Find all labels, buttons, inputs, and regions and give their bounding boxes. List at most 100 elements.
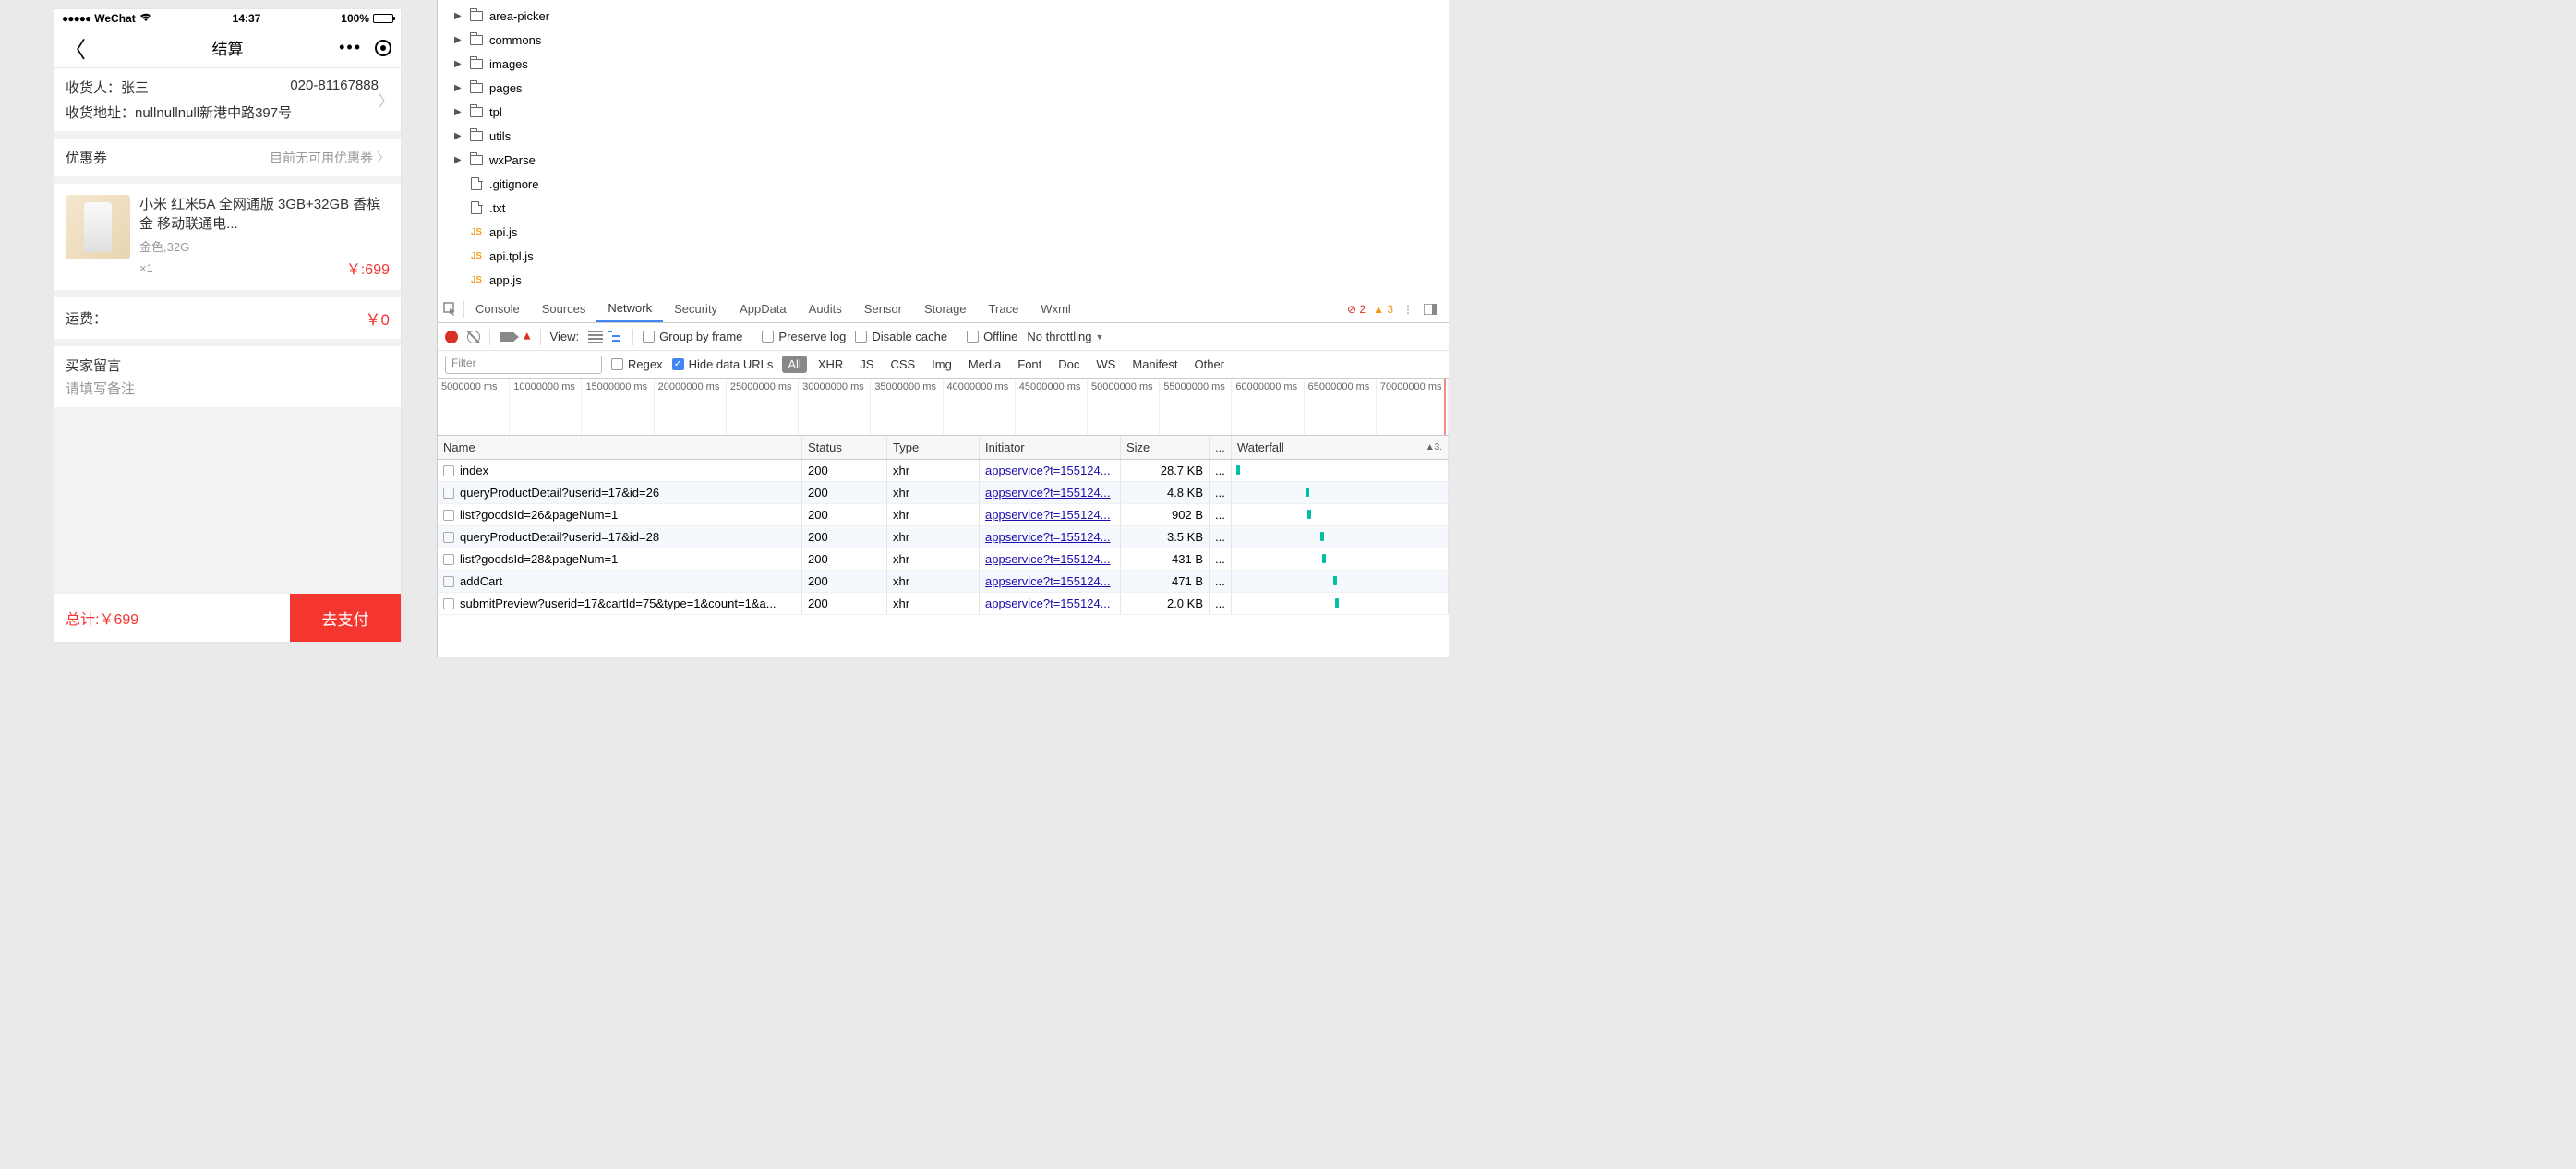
request-initiator[interactable]: appservice?t=155124... xyxy=(980,504,1121,525)
request-waterfall xyxy=(1232,593,1449,614)
buyer-remark[interactable]: 买家留言 请填写备注 xyxy=(54,346,401,407)
row-checkbox[interactable] xyxy=(443,532,454,543)
tree-item-images[interactable]: ▶images xyxy=(438,52,752,76)
col-waterfall[interactable]: Waterfall▲3. xyxy=(1232,436,1449,459)
filter-type-media[interactable]: Media xyxy=(963,356,1006,373)
tree-item-tpl[interactable]: ▶tpl xyxy=(438,100,752,124)
tree-item-area-picker[interactable]: ▶area-picker xyxy=(438,4,752,28)
filter-type-other[interactable]: Other xyxy=(1189,356,1231,373)
request-initiator[interactable]: appservice?t=155124... xyxy=(980,571,1121,592)
offline-checkbox[interactable]: Offline xyxy=(967,330,1017,343)
row-checkbox[interactable] xyxy=(443,465,454,476)
dock-side-icon[interactable] xyxy=(1423,302,1438,317)
table-header[interactable]: Name Status Type Initiator Size ... Wate… xyxy=(438,436,1449,460)
tab-console[interactable]: Console xyxy=(464,295,531,322)
tree-item-utils[interactable]: ▶utils xyxy=(438,124,752,148)
file-name: images xyxy=(489,57,528,71)
network-request-row[interactable]: index200xhrappservice?t=155124...28.7 KB… xyxy=(438,460,1449,482)
clear-button[interactable] xyxy=(467,331,480,343)
tree-item-.txt[interactable]: .txt xyxy=(438,196,752,220)
row-checkbox[interactable] xyxy=(443,554,454,565)
phone-frame: ●●●●● WeChat 14:37 100% 〈 结算 ••• xyxy=(54,9,401,642)
settings-icon[interactable]: ⋮ xyxy=(1401,302,1415,317)
request-extra: ... xyxy=(1210,593,1232,614)
coupon-row[interactable]: 优惠券 目前无可用优惠券〉 xyxy=(54,139,401,176)
chevron-right-icon: 〉 xyxy=(377,149,390,167)
network-request-row[interactable]: queryProductDetail?userid=17&id=26200xhr… xyxy=(438,482,1449,504)
row-checkbox[interactable] xyxy=(443,488,454,499)
hide-data-urls-checkbox[interactable]: ✓Hide data URLs xyxy=(672,357,774,371)
file-name: app.js xyxy=(489,273,522,287)
file-tree[interactable]: ▶area-picker▶commons▶images▶pages▶tpl▶ut… xyxy=(438,0,752,295)
request-initiator[interactable]: appservice?t=155124... xyxy=(980,482,1121,503)
throttling-select[interactable]: No throttling▼ xyxy=(1027,330,1103,343)
filter-type-all[interactable]: All xyxy=(782,356,806,373)
warning-count[interactable]: ▲ 3 xyxy=(1373,303,1393,316)
tab-sensor[interactable]: Sensor xyxy=(853,295,913,322)
filter-input[interactable]: Filter xyxy=(445,356,602,374)
screenshot-icon[interactable] xyxy=(500,332,514,342)
tree-item-app.json[interactable]: { }app.json xyxy=(438,292,752,295)
tree-item-.gitignore[interactable]: .gitignore xyxy=(438,172,752,196)
network-request-row[interactable]: addCart200xhrappservice?t=155124...471 B… xyxy=(438,571,1449,593)
group-by-frame-checkbox[interactable]: Group by frame xyxy=(643,330,742,343)
filter-type-js[interactable]: JS xyxy=(854,356,879,373)
col-size[interactable]: Size xyxy=(1121,436,1210,459)
preserve-log-checkbox[interactable]: Preserve log xyxy=(762,330,846,343)
col-initiator[interactable]: Initiator xyxy=(980,436,1121,459)
filter-type-manifest[interactable]: Manifest xyxy=(1126,356,1183,373)
tree-item-api.tpl.js[interactable]: JSapi.tpl.js xyxy=(438,244,752,268)
tab-network[interactable]: Network xyxy=(596,295,663,322)
back-button[interactable]: 〈 xyxy=(64,31,86,64)
timeline-overview[interactable]: 5000000 ms10000000 ms15000000 ms20000000… xyxy=(438,379,1449,436)
col-type[interactable]: Type xyxy=(887,436,980,459)
tree-item-pages[interactable]: ▶pages xyxy=(438,76,752,100)
network-request-row[interactable]: list?goodsId=28&pageNum=1200xhrappservic… xyxy=(438,548,1449,571)
tree-item-wxParse[interactable]: ▶wxParse xyxy=(438,148,752,172)
col-name[interactable]: Name xyxy=(438,436,802,459)
address-card[interactable]: 收货人：张三 020-81167888 收货地址：nullnullnull新港中… xyxy=(54,68,401,131)
filter-type-img[interactable]: Img xyxy=(926,356,957,373)
network-request-row[interactable]: submitPreview?userid=17&cartId=75&type=1… xyxy=(438,593,1449,615)
tree-view-icon[interactable] xyxy=(608,331,623,343)
row-checkbox[interactable] xyxy=(443,576,454,587)
col-extra[interactable]: ... xyxy=(1210,436,1232,459)
row-checkbox[interactable] xyxy=(443,598,454,609)
request-initiator[interactable]: appservice?t=155124... xyxy=(980,460,1121,481)
tab-sources[interactable]: Sources xyxy=(531,295,597,322)
pay-button[interactable]: 去支付 xyxy=(290,594,401,642)
request-initiator[interactable]: appservice?t=155124... xyxy=(980,526,1121,548)
close-miniapp-icon[interactable] xyxy=(375,40,391,56)
inspect-element-icon[interactable] xyxy=(443,302,458,317)
request-type: xhr xyxy=(887,482,980,503)
filter-type-css[interactable]: CSS xyxy=(885,356,921,373)
regex-checkbox[interactable]: Regex xyxy=(611,357,663,371)
filter-type-font[interactable]: Font xyxy=(1012,356,1047,373)
network-request-row[interactable]: queryProductDetail?userid=17&id=28200xhr… xyxy=(438,526,1449,548)
tab-audits[interactable]: Audits xyxy=(798,295,853,322)
filter-type-ws[interactable]: WS xyxy=(1090,356,1121,373)
filter-type-doc[interactable]: Doc xyxy=(1053,356,1085,373)
tab-trace[interactable]: Trace xyxy=(978,295,1030,322)
disable-cache-checkbox[interactable]: Disable cache xyxy=(855,330,947,343)
filter-type-xhr[interactable]: XHR xyxy=(813,356,849,373)
tree-item-app.js[interactable]: JSapp.js xyxy=(438,268,752,292)
col-status[interactable]: Status xyxy=(802,436,887,459)
request-initiator[interactable]: appservice?t=155124... xyxy=(980,548,1121,570)
row-checkbox[interactable] xyxy=(443,510,454,521)
filter-icon[interactable]: ▾ xyxy=(524,329,531,345)
request-status: 200 xyxy=(802,593,887,614)
record-button[interactable] xyxy=(445,331,458,343)
error-count[interactable]: ⊘ 2 xyxy=(1347,303,1366,316)
tab-storage[interactable]: Storage xyxy=(913,295,978,322)
request-initiator[interactable]: appservice?t=155124... xyxy=(980,593,1121,614)
tree-item-commons[interactable]: ▶commons xyxy=(438,28,752,52)
more-icon[interactable]: ••• xyxy=(339,38,362,57)
tree-item-api.js[interactable]: JSapi.js xyxy=(438,220,752,244)
tab-wxml[interactable]: Wxml xyxy=(1029,295,1082,322)
timeline-tick: 60000000 ms xyxy=(1232,379,1304,435)
tab-security[interactable]: Security xyxy=(663,295,728,322)
network-request-row[interactable]: list?goodsId=26&pageNum=1200xhrappservic… xyxy=(438,504,1449,526)
tab-appdata[interactable]: AppData xyxy=(728,295,798,322)
list-view-icon[interactable] xyxy=(588,331,603,343)
